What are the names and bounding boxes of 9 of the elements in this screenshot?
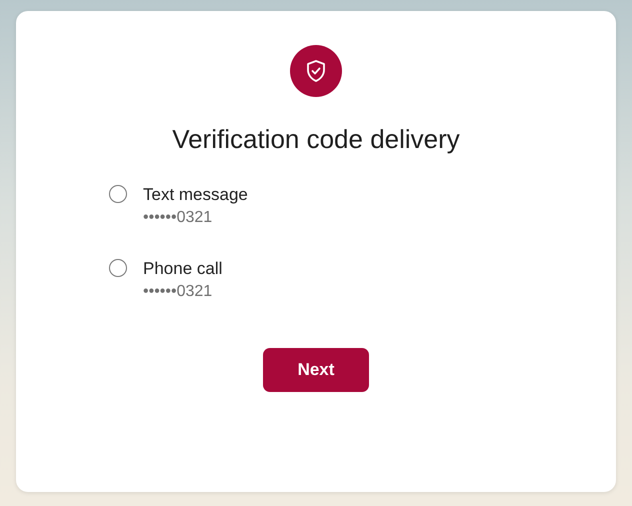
option-label: Phone call	[143, 258, 222, 280]
radio-button[interactable]	[109, 185, 127, 203]
option-label: Text message	[143, 184, 248, 206]
masked-phone-number: ••••••0321	[143, 282, 214, 302]
masked-phone-number: ••••••0321	[143, 208, 214, 228]
next-button[interactable]: Next	[263, 348, 369, 392]
shield-check-icon	[290, 45, 342, 97]
dialog-title: Verification code delivery	[172, 123, 460, 156]
radio-button[interactable]	[109, 259, 127, 277]
